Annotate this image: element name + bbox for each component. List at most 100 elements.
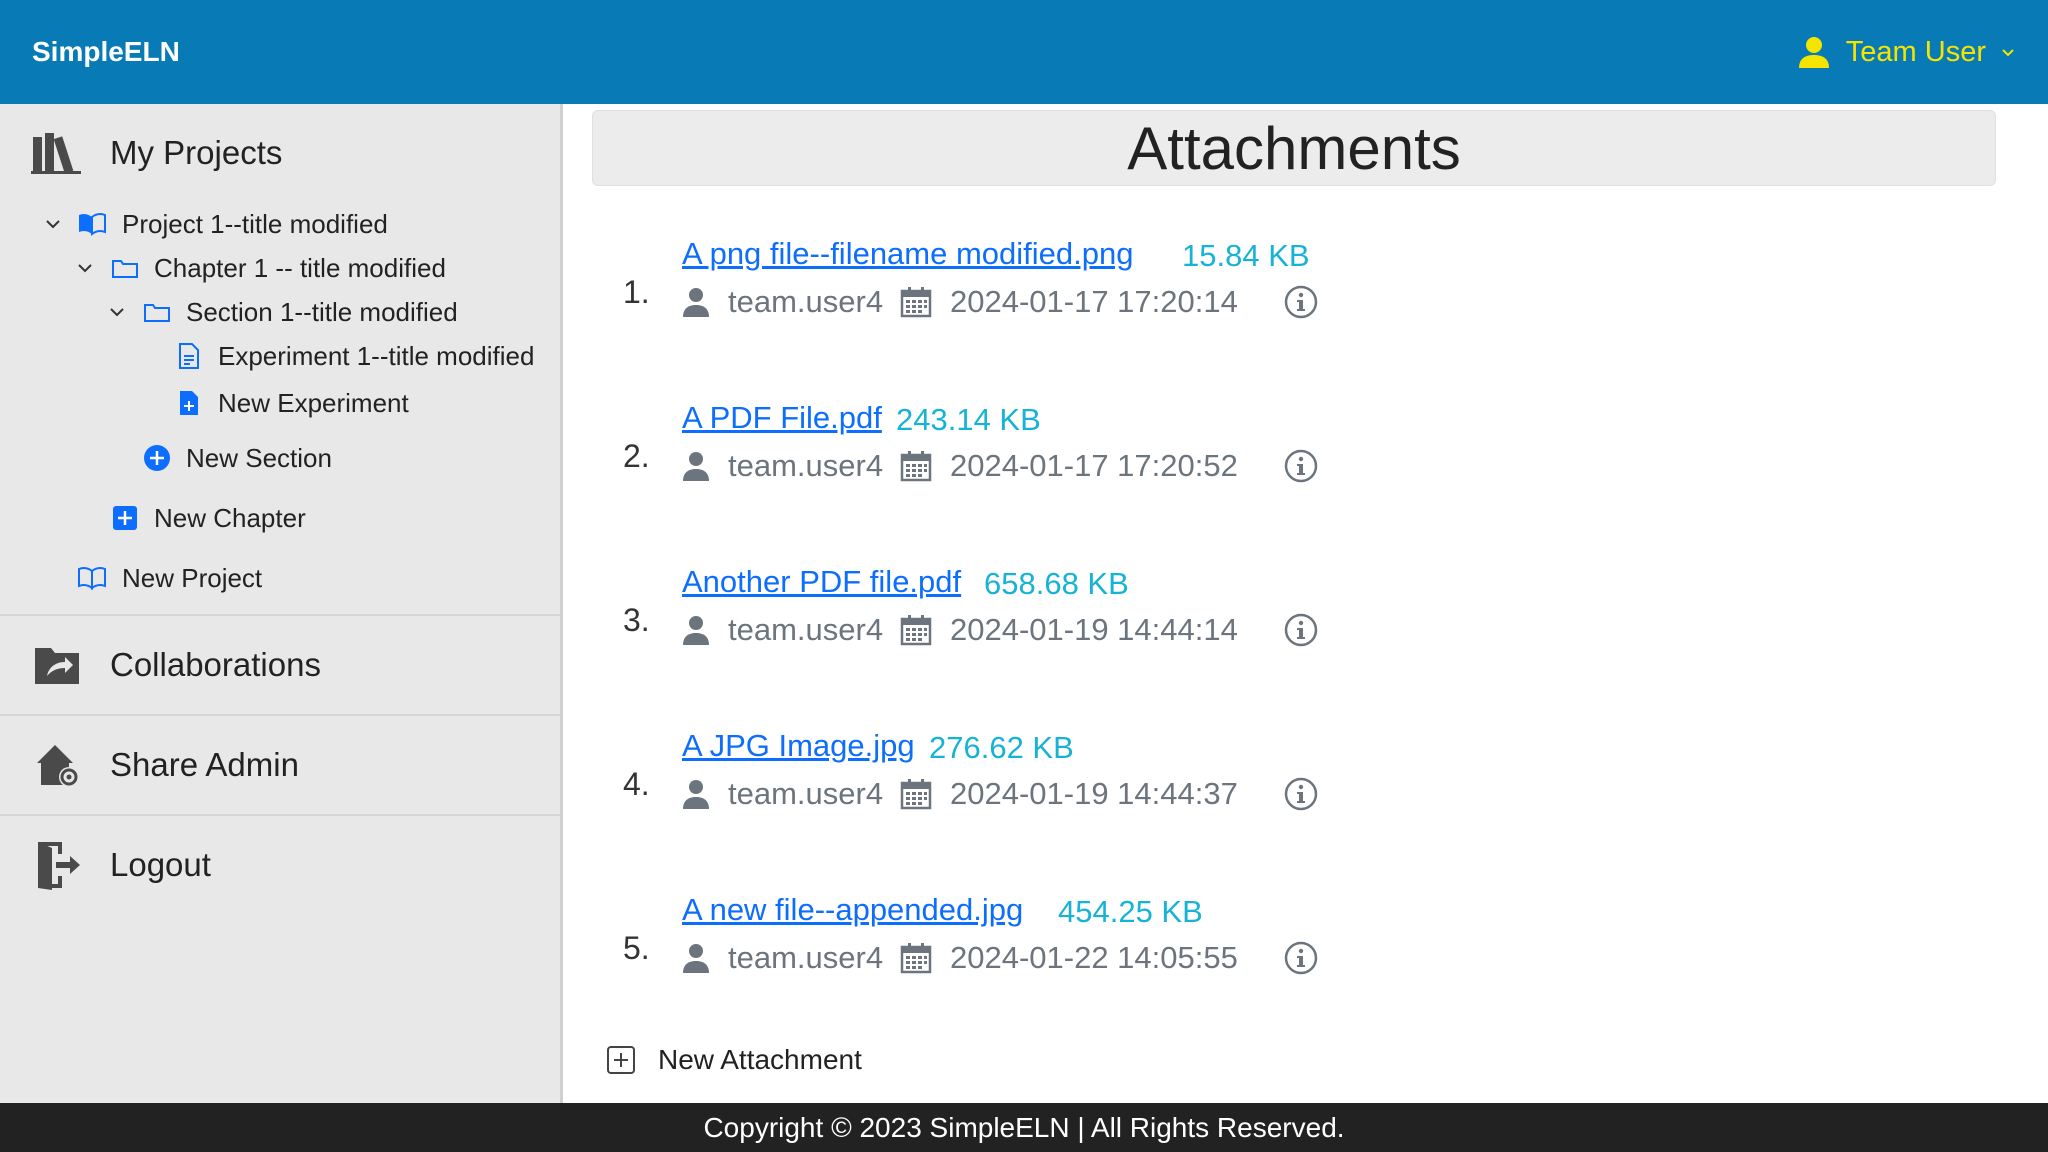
door-exit-icon [30, 837, 86, 893]
document-icon [174, 341, 204, 371]
new-project-link[interactable]: New Project [0, 548, 560, 608]
logout-link[interactable]: Logout [0, 816, 560, 914]
sidebar: My Projects Project 1--title modified Ch… [0, 104, 563, 1103]
attachment-link[interactable]: A PDF File.pdf [682, 400, 882, 436]
attachment-link[interactable]: A new file--appended.jpg [682, 892, 1023, 928]
house-gear-icon [30, 737, 86, 793]
new-project-label: New Project [122, 562, 263, 593]
attachment-size: 243.14 KB [896, 402, 1041, 437]
attachment-item: 4. A JPG Image.jpg 276.62 KB team.user4 … [566, 728, 1866, 838]
attachment-item: 2. A PDF File.pdf 243.14 KB team.user4 2… [566, 400, 1866, 510]
calendar-icon [900, 943, 932, 974]
logout-section: Logout [0, 816, 560, 914]
user-menu[interactable]: Team User [1796, 34, 2016, 70]
attachment-meta: team.user4 2024-01-22 14:05:55 [682, 938, 1318, 978]
attachment-link[interactable]: Another PDF file.pdf [682, 564, 961, 600]
collaborations-section: Collaborations [0, 616, 560, 716]
info-icon[interactable] [1284, 777, 1318, 811]
book-outline-icon [77, 563, 107, 593]
attachment-date: 2024-01-17 17:20:14 [950, 284, 1238, 319]
user-icon [683, 616, 709, 645]
attachment-link[interactable]: A JPG Image.jpg [682, 728, 915, 764]
attachment-number: 5. [623, 930, 650, 966]
chevron-down-icon[interactable] [75, 258, 95, 278]
share-admin-label: Share Admin [110, 746, 299, 783]
new-section-label: New Section [186, 442, 332, 473]
attachment-number: 4. [623, 766, 650, 802]
collaborations-link[interactable]: Collaborations [0, 616, 560, 714]
folder-icon [110, 253, 140, 283]
new-chapter-label: New Chapter [154, 502, 306, 533]
new-experiment-label: New Experiment [218, 387, 409, 418]
new-chapter-link[interactable]: New Chapter [0, 488, 560, 548]
brand-logo[interactable]: SimpleELN [32, 36, 180, 68]
attachment-size: 658.68 KB [984, 566, 1129, 601]
info-icon[interactable] [1284, 449, 1318, 483]
top-navbar: SimpleELN Team User [0, 0, 2048, 104]
share-admin-link[interactable]: Share Admin [0, 716, 560, 814]
section-label: Section 1--title modified [186, 296, 458, 327]
person-icon [1796, 34, 1832, 70]
info-icon[interactable] [1284, 941, 1318, 975]
logout-label: Logout [110, 846, 211, 883]
chevron-down-icon [2000, 44, 2016, 60]
attachment-date: 2024-01-17 17:20:52 [950, 448, 1238, 483]
attachment-size: 454.25 KB [1058, 894, 1203, 929]
plus-square-icon [110, 503, 140, 533]
attachment-link[interactable]: A png file--filename modified.png [682, 236, 1133, 272]
attachment-date: 2024-01-22 14:05:55 [950, 940, 1238, 975]
tree-chapter[interactable]: Chapter 1 -- title modified [0, 246, 560, 290]
user-name: Team User [1845, 35, 1986, 68]
copyright-text: Copyright © 2023 SimpleELN | All Rights … [703, 1111, 1345, 1143]
attachment-number: 2. [623, 438, 650, 474]
plus-square-icon [607, 1046, 635, 1074]
calendar-icon [900, 451, 932, 482]
plus-circle-icon [142, 443, 172, 473]
tree-section[interactable]: Section 1--title modified [0, 290, 560, 334]
main-content: Attachments 1. A png file--filename modi… [566, 104, 2048, 1103]
tree-project[interactable]: Project 1--title modified [0, 202, 560, 246]
attachment-meta: team.user4 2024-01-19 14:44:37 [682, 774, 1318, 814]
user-icon [683, 452, 709, 481]
attachment-user: team.user4 [728, 612, 884, 647]
info-icon[interactable] [1284, 285, 1318, 319]
user-icon [683, 780, 709, 809]
attachment-item: 5. A new file--appended.jpg 454.25 KB te… [566, 892, 1866, 1002]
attachment-meta: team.user4 2024-01-17 17:20:14 [682, 282, 1318, 322]
attachment-number: 1. [623, 274, 650, 310]
page-title: Attachments [592, 110, 1996, 186]
new-attachment-button[interactable]: New Attachment [606, 1044, 862, 1076]
chevron-down-icon[interactable] [43, 214, 63, 234]
open-book-icon [77, 209, 107, 239]
attachment-user: team.user4 [728, 448, 884, 483]
new-section-link[interactable]: New Section [0, 428, 560, 488]
attachment-number: 3. [623, 602, 650, 638]
calendar-icon [900, 287, 932, 318]
info-icon[interactable] [1284, 613, 1318, 647]
attachment-meta: team.user4 2024-01-19 14:44:14 [682, 610, 1318, 650]
my-projects-link[interactable]: My Projects [0, 104, 560, 202]
attachment-date: 2024-01-19 14:44:14 [950, 612, 1238, 647]
user-icon [683, 944, 709, 973]
chevron-down-icon[interactable] [107, 302, 127, 322]
project-tree: Project 1--title modified Chapter 1 -- t… [0, 202, 560, 614]
experiment-label: Experiment 1--title modified [218, 340, 535, 371]
attachment-size: 15.84 KB [1182, 238, 1310, 273]
tree-experiment[interactable]: Experiment 1--title modified [0, 334, 560, 378]
attachment-user: team.user4 [728, 940, 884, 975]
shared-folder-icon [30, 637, 86, 693]
share-admin-section: Share Admin [0, 716, 560, 816]
books-icon [30, 125, 86, 181]
attachment-item: 3. Another PDF file.pdf 658.68 KB team.u… [566, 564, 1866, 674]
attachment-item: 1. A png file--filename modified.png 15.… [566, 236, 1866, 346]
attachment-size: 276.62 KB [929, 730, 1074, 765]
new-experiment-link[interactable]: New Experiment [0, 378, 560, 428]
attachment-user: team.user4 [728, 776, 884, 811]
footer: Copyright © 2023 SimpleELN | All Rights … [0, 1103, 2048, 1152]
my-projects-section: My Projects Project 1--title modified Ch… [0, 104, 560, 616]
collaborations-label: Collaborations [110, 646, 321, 683]
my-projects-label: My Projects [110, 134, 283, 171]
user-icon [683, 288, 709, 317]
attachment-meta: team.user4 2024-01-17 17:20:52 [682, 446, 1318, 486]
folder-icon [142, 297, 172, 327]
